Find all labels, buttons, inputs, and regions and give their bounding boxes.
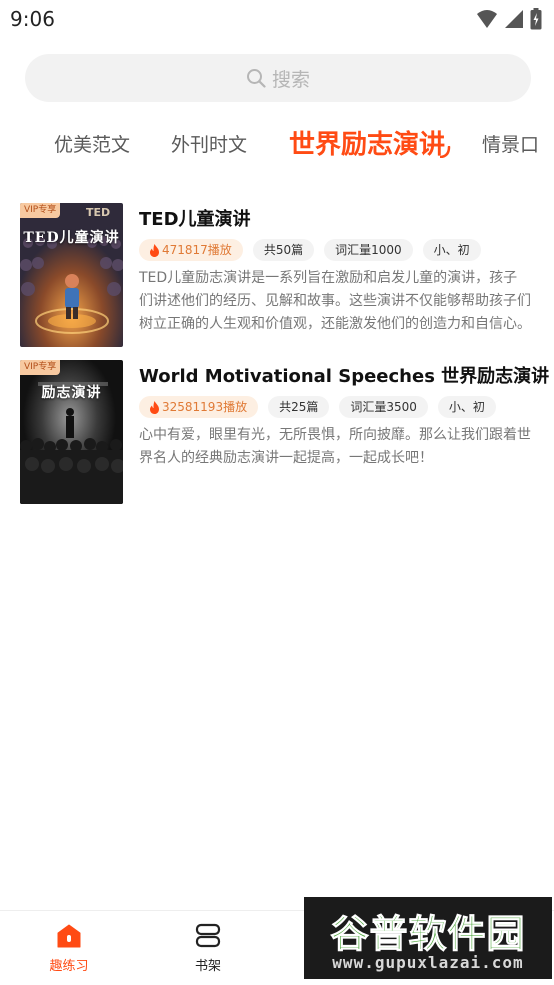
- book-description: 心中有爱，眼里有光，无所畏惧，所向披靡。那么让我们跟着世界名人的经典励志演讲一起…: [139, 427, 531, 466]
- level-tag: 小、初: [422, 239, 481, 261]
- flame-icon: [150, 400, 159, 414]
- book-item[interactable]: VIP专享 TED TED儿童演讲 TED儿童演讲 471817播放 共50篇 …: [20, 203, 534, 349]
- site-watermark: 谷普软件园 www.gupuxlazai.com: [304, 897, 552, 979]
- battery-icon: [530, 8, 542, 30]
- book-cover: VIP专享 励志演讲: [20, 360, 123, 504]
- plays-tag: 32581193播放: [139, 396, 259, 418]
- plays-tag: 471817播放: [139, 239, 243, 261]
- nav-label-practice: 趣练习: [49, 959, 89, 974]
- nav-item-practice[interactable]: 趣练习: [29, 923, 109, 974]
- watermark-url: www.gupuxlazai.com: [332, 953, 524, 972]
- search-input[interactable]: 搜索: [25, 54, 531, 102]
- cover-illustration: [20, 203, 123, 347]
- vocab-tag: 词汇量3500: [339, 396, 428, 418]
- plays-count: 32581193播放: [162, 400, 248, 414]
- status-time: 9:06: [10, 7, 55, 31]
- book-title: TED儿童演讲: [139, 209, 251, 230]
- book-item[interactable]: VIP专享 励志演讲 World Motivational Speeches 世…: [20, 360, 549, 506]
- book-description: TED儿童励志演讲是一系列旨在激励和启发儿童的演讲，孩子们讲述他们的经历、见解和…: [139, 270, 531, 332]
- vip-badge: VIP专享: [20, 360, 61, 375]
- category-tabs: 优美范文 外刊时文 世界励志演讲 情景口: [0, 120, 554, 170]
- vocab-tag: 词汇量1000: [324, 239, 413, 261]
- search-icon: [246, 69, 266, 88]
- book-cover: VIP专享 TED TED儿童演讲: [20, 203, 123, 347]
- flame-icon: [150, 243, 159, 257]
- book-title: World Motivational Speeches 世界励志演讲: [139, 366, 550, 387]
- vip-badge: VIP专享: [20, 203, 61, 218]
- level-tag: 小、初: [437, 396, 496, 418]
- signal-icon: [505, 10, 523, 28]
- status-icons: [476, 8, 542, 30]
- article-count-tag: 共50篇: [252, 239, 315, 261]
- bookshelf-icon: [195, 923, 221, 948]
- tab-motivational-speeches[interactable]: 世界励志演讲: [289, 124, 445, 161]
- home-icon: [57, 924, 81, 948]
- cover-logo: TED: [86, 206, 111, 219]
- wifi-icon: [477, 10, 497, 28]
- book-tags: 471817播放 共50篇 词汇量1000 小、初: [139, 239, 481, 261]
- tab-scenario[interactable]: 情景口: [482, 130, 539, 157]
- tab-foreign-press[interactable]: 外刊时文: [171, 130, 247, 157]
- cover-title: 励志演讲: [41, 385, 102, 401]
- cover-title: TED儿童演讲: [23, 230, 120, 246]
- status-bar: 9:06: [0, 0, 554, 38]
- tab-essays[interactable]: 优美范文: [54, 130, 130, 157]
- plays-count: 471817播放: [162, 243, 232, 257]
- nav-label-bookshelf: 书架: [194, 959, 221, 974]
- nav-item-bookshelf[interactable]: 书架: [168, 923, 248, 974]
- article-count-tag: 共25篇: [268, 396, 330, 418]
- active-tab-indicator: [440, 146, 451, 158]
- search-placeholder: 搜索: [271, 68, 310, 91]
- watermark-title: 谷普软件园: [330, 912, 526, 957]
- book-tags: 32581193播放 共25篇 词汇量3500 小、初: [139, 396, 496, 418]
